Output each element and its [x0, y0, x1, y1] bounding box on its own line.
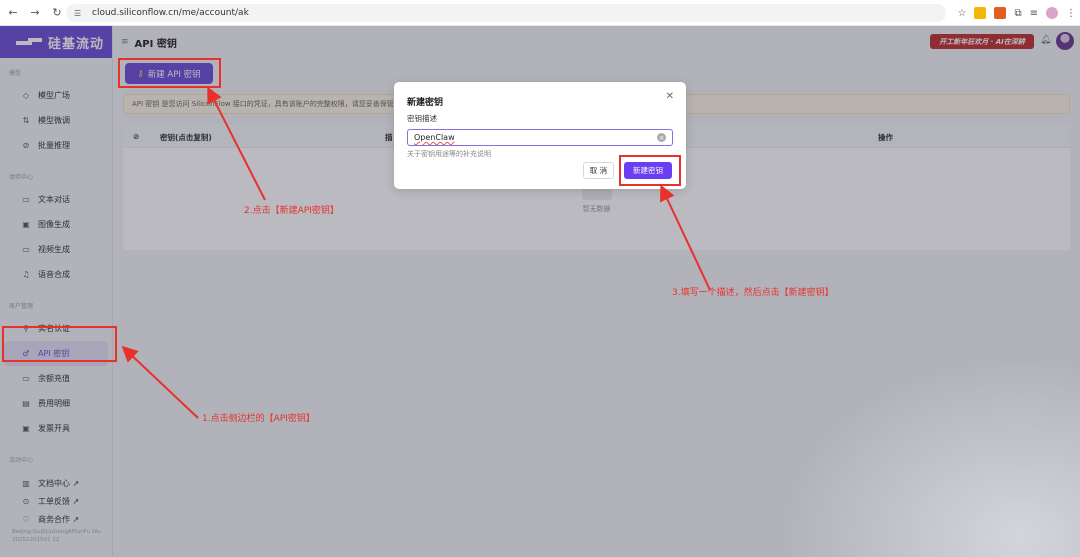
browser-menu-icon[interactable]: ⋮: [1066, 8, 1076, 19]
description-value: OpenClaw: [414, 133, 455, 142]
extension-icon[interactable]: [974, 7, 987, 19]
reload-icon[interactable]: ↻: [48, 4, 66, 22]
annotation-step2: 2.点击【新建API密钥】: [244, 206, 339, 216]
extension-icon[interactable]: [994, 7, 1007, 19]
extensions-puzzle-icon[interactable]: ⧉: [1014, 8, 1021, 19]
address-bar[interactable]: ☰ cloud.siliconflow.cn/me/account/ak: [66, 4, 946, 22]
back-icon[interactable]: ←: [4, 4, 22, 22]
browser-toolbar: ← → ↻ ☰ cloud.siliconflow.cn/me/account/…: [0, 0, 1080, 26]
browser-extensions: ☆ ⧉ ≡ ⋮: [958, 4, 1076, 22]
highlight-box-new-button: [118, 58, 221, 88]
bookmark-star-icon[interactable]: ☆: [958, 8, 967, 19]
cancel-button[interactable]: 取 消: [583, 162, 614, 179]
annotation-step1: 1.点击侧边栏的【API密钥】: [202, 414, 315, 424]
highlight-box-create-button: [619, 155, 681, 186]
url-text: cloud.siliconflow.cn/me/account/ak: [92, 8, 249, 18]
description-input[interactable]: OpenClaw ×: [407, 129, 673, 146]
close-icon[interactable]: ✕: [666, 91, 674, 102]
profile-avatar[interactable]: [1046, 7, 1058, 19]
description-label: 密钥描述: [407, 114, 437, 123]
site-settings-icon[interactable]: ☰: [74, 9, 84, 18]
forward-icon[interactable]: →: [26, 4, 44, 22]
clear-input-icon[interactable]: ×: [657, 133, 666, 142]
dialog-title: 新建密钥: [407, 98, 444, 108]
annotation-step3: 3.填写一个描述，然后点击【新建密钥】: [672, 288, 834, 298]
tab-search-icon[interactable]: ≡: [1030, 8, 1038, 19]
highlight-box-api-key-sidebar: [2, 326, 117, 362]
description-help: 关于密钥用途等的补充说明: [407, 150, 491, 158]
